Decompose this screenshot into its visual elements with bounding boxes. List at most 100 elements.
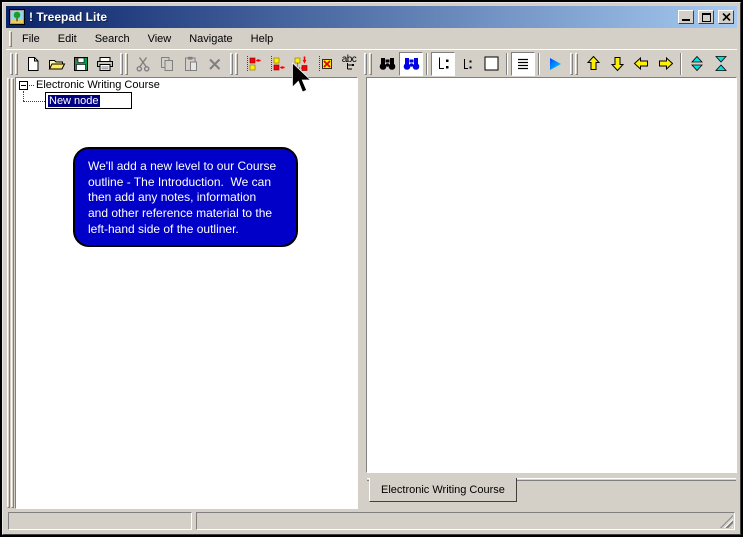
insert-node-before-icon bbox=[245, 56, 261, 72]
menu-bar: File Edit Search View Navigate Help bbox=[6, 28, 737, 49]
toolbar-gripper[interactable] bbox=[569, 53, 579, 75]
insert-node-after-button[interactable] bbox=[265, 52, 289, 76]
menu-help[interactable]: Help bbox=[242, 30, 283, 47]
article-lines-button[interactable] bbox=[511, 52, 535, 76]
printer-icon bbox=[96, 56, 114, 72]
close-icon bbox=[722, 13, 731, 21]
tree-connector bbox=[29, 85, 34, 86]
expand-tree-button[interactable] bbox=[685, 52, 709, 76]
outline-lines-large-icon bbox=[435, 56, 451, 72]
toolbar-separator bbox=[426, 53, 428, 75]
balloon-line: left-hand side of the outliner. bbox=[88, 222, 283, 238]
arrow-right-icon bbox=[657, 55, 674, 72]
paste-button[interactable] bbox=[179, 52, 203, 76]
new-file-button[interactable] bbox=[21, 52, 45, 76]
play-icon bbox=[547, 56, 563, 72]
open-file-button[interactable] bbox=[45, 52, 69, 76]
close-button[interactable] bbox=[718, 10, 734, 24]
collapse-tree-icon bbox=[713, 55, 729, 72]
tree-collapse-box[interactable] bbox=[19, 81, 28, 90]
selected-node-text: New node bbox=[48, 95, 100, 107]
status-panel-2 bbox=[196, 512, 735, 530]
tree-pane: Electronic Writing Course New node bbox=[6, 77, 358, 509]
collapse-tree-button[interactable] bbox=[709, 52, 733, 76]
insert-node-before-button[interactable] bbox=[241, 52, 265, 76]
article-lines-icon bbox=[516, 57, 530, 71]
expand-tree-icon bbox=[689, 55, 705, 72]
outline-lines-large-button[interactable] bbox=[431, 52, 455, 76]
node-rename-input[interactable]: New node bbox=[45, 92, 132, 109]
move-node-up-button[interactable] bbox=[581, 52, 605, 76]
open-folder-icon bbox=[48, 56, 66, 72]
toolbar: abc bbox=[6, 49, 737, 77]
toolbar-gripper[interactable] bbox=[363, 53, 373, 75]
menu-file[interactable]: File bbox=[13, 30, 49, 47]
minimize-icon bbox=[682, 19, 690, 21]
pane-splitter[interactable] bbox=[358, 77, 366, 509]
move-node-left-button[interactable] bbox=[629, 52, 653, 76]
main-area: Electronic Writing Course New node Elect… bbox=[6, 77, 737, 509]
delete-button[interactable] bbox=[203, 52, 227, 76]
print-button[interactable] bbox=[93, 52, 117, 76]
tree-root-node[interactable]: Electronic Writing Course bbox=[36, 79, 160, 91]
outline-lines-small-icon bbox=[460, 57, 474, 71]
minimize-button[interactable] bbox=[678, 10, 694, 24]
title-bar[interactable]: ! Treepad Lite bbox=[6, 6, 737, 28]
paste-icon bbox=[183, 56, 199, 72]
menu-gripper[interactable] bbox=[9, 31, 12, 47]
menu-search[interactable]: Search bbox=[86, 30, 139, 47]
maximize-button[interactable] bbox=[698, 10, 714, 24]
rename-node-icon: abc bbox=[342, 56, 357, 71]
tree-connector bbox=[23, 101, 45, 102]
move-node-right-button[interactable] bbox=[653, 52, 677, 76]
menu-navigate[interactable]: Navigate bbox=[180, 30, 241, 47]
mouse-cursor bbox=[291, 62, 313, 96]
tree-pane-gripper[interactable] bbox=[6, 77, 15, 509]
status-panel-1 bbox=[8, 512, 192, 530]
toolbar-separator bbox=[538, 53, 540, 75]
save-floppy-icon bbox=[73, 56, 89, 72]
play-button[interactable] bbox=[543, 52, 567, 76]
delete-node-button[interactable] bbox=[313, 52, 337, 76]
tree-view[interactable]: Electronic Writing Course New node bbox=[15, 77, 358, 509]
delete-x-icon bbox=[208, 57, 222, 71]
article-tabstrip: Electronic Writing Course bbox=[366, 473, 737, 509]
insert-node-after-icon bbox=[269, 56, 285, 72]
outline-lines-small-button[interactable] bbox=[455, 52, 479, 76]
blank-square-button[interactable] bbox=[479, 52, 503, 76]
copy-button[interactable] bbox=[155, 52, 179, 76]
binoculars-icon bbox=[379, 56, 396, 72]
article-tab[interactable]: Electronic Writing Course bbox=[369, 478, 517, 502]
app-tree-icon bbox=[9, 9, 25, 25]
find-button[interactable] bbox=[375, 52, 399, 76]
balloon-line: and other reference material to the bbox=[88, 206, 283, 222]
status-bar bbox=[6, 511, 737, 531]
toolbar-separator bbox=[506, 53, 508, 75]
scissors-icon bbox=[136, 56, 150, 72]
tutorial-balloon: We'll add a new level to our Course outl… bbox=[73, 147, 298, 247]
arrow-left-icon bbox=[633, 55, 650, 72]
binoculars-blue-icon bbox=[403, 56, 420, 72]
toolbar-gripper[interactable] bbox=[229, 53, 239, 75]
cut-button[interactable] bbox=[131, 52, 155, 76]
article-editor[interactable] bbox=[366, 77, 737, 473]
blank-square-icon bbox=[484, 56, 499, 71]
copy-icon bbox=[159, 56, 175, 72]
save-file-button[interactable] bbox=[69, 52, 93, 76]
article-pane: Electronic Writing Course bbox=[366, 77, 737, 509]
arrow-up-icon bbox=[585, 55, 602, 72]
find-next-button[interactable] bbox=[399, 52, 423, 76]
toolbar-gripper[interactable] bbox=[119, 53, 129, 75]
tree-connector bbox=[23, 91, 24, 101]
arrow-down-icon bbox=[609, 55, 626, 72]
maximize-icon bbox=[702, 13, 711, 22]
delete-node-icon bbox=[317, 56, 333, 72]
move-node-down-button[interactable] bbox=[605, 52, 629, 76]
app-window: ! Treepad Lite File Edit Search View Nav… bbox=[2, 2, 741, 535]
rename-node-button[interactable]: abc bbox=[337, 52, 361, 76]
balloon-line: outline - The Introduction. We can bbox=[88, 175, 283, 191]
menu-edit[interactable]: Edit bbox=[49, 30, 86, 47]
toolbar-gripper[interactable] bbox=[9, 53, 19, 75]
balloon-line: then add any notes, information bbox=[88, 190, 283, 206]
menu-view[interactable]: View bbox=[139, 30, 181, 47]
